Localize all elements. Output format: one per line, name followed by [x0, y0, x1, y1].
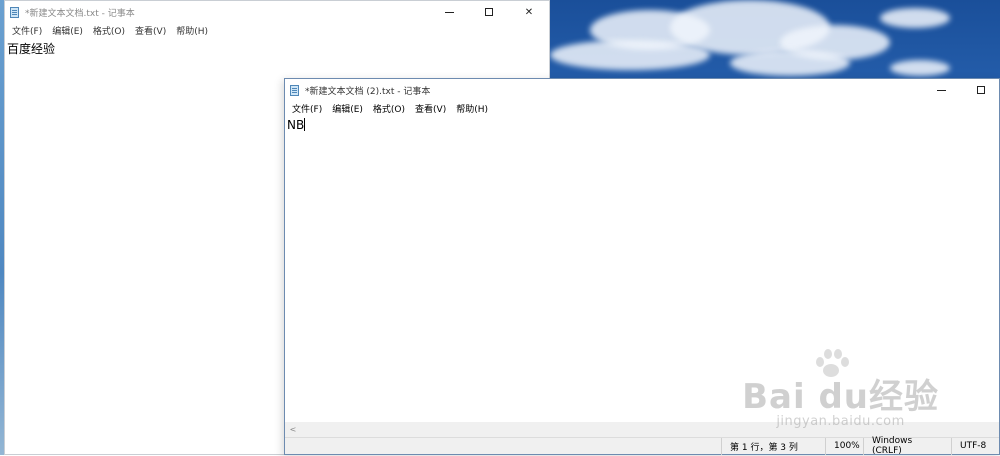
status-bar: 第 1 行，第 3 列 100% Windows (CRLF) UTF-8 — [285, 436, 999, 456]
cursor-position: 第 1 行，第 3 列 — [721, 437, 825, 455]
baidu-watermark-logo: Bai du经验 jingyan.baidu.com — [742, 349, 939, 429]
title-bar[interactable]: *新建文本文档.txt - 记事本 ✕ — [5, 1, 549, 23]
paw-icon — [810, 347, 850, 377]
menu-format[interactable]: 格式(O) — [88, 24, 130, 37]
maximize-icon — [485, 8, 493, 16]
title-bar[interactable]: *新建文本文档 (2).txt - 记事本 — [285, 79, 999, 101]
zoom-level: 100% — [825, 437, 863, 455]
menu-edit[interactable]: 编辑(E) — [327, 102, 368, 115]
scroll-left-icon[interactable]: < — [287, 424, 299, 435]
menu-file[interactable]: 文件(F) — [7, 24, 47, 37]
line-ending: Windows (CRLF) — [863, 436, 951, 456]
menu-view[interactable]: 查看(V) — [410, 102, 451, 115]
menu-format[interactable]: 格式(O) — [368, 102, 410, 115]
menu-bar: 文件(F) 编辑(E) 格式(O) 查看(V) 帮助(H) — [5, 23, 549, 38]
menu-edit[interactable]: 编辑(E) — [47, 24, 88, 37]
maximize-button[interactable] — [961, 79, 1000, 101]
text-caret — [304, 118, 306, 131]
window-title: *新建文本文档 (2).txt - 记事本 — [305, 86, 431, 97]
minimize-button[interactable] — [921, 79, 961, 101]
maximize-button[interactable] — [469, 1, 509, 23]
notepad-window-active[interactable]: *新建文本文档 (2).txt - 记事本 文件(F) 编辑(E) 格式(O) … — [284, 78, 1000, 456]
menu-bar: 文件(F) 编辑(E) 格式(O) 查看(V) 帮助(H) — [285, 101, 999, 116]
menu-help[interactable]: 帮助(H) — [171, 24, 213, 37]
editor-content: NB — [287, 118, 305, 132]
menu-view[interactable]: 查看(V) — [130, 24, 171, 37]
menu-help[interactable]: 帮助(H) — [451, 102, 493, 115]
close-button[interactable]: ✕ — [509, 1, 549, 23]
minimize-icon — [444, 11, 454, 13]
editor-content: 百度经验 — [7, 42, 56, 56]
minimize-icon — [936, 89, 946, 91]
window-title: *新建文本文档.txt - 记事本 — [25, 8, 135, 19]
minimize-button[interactable] — [429, 1, 469, 23]
encoding: UTF-8 — [951, 437, 999, 455]
menu-file[interactable]: 文件(F) — [287, 102, 327, 115]
close-icon: ✕ — [524, 6, 534, 18]
notepad-icon — [10, 6, 20, 18]
maximize-icon — [977, 86, 985, 94]
notepad-icon — [290, 84, 300, 96]
